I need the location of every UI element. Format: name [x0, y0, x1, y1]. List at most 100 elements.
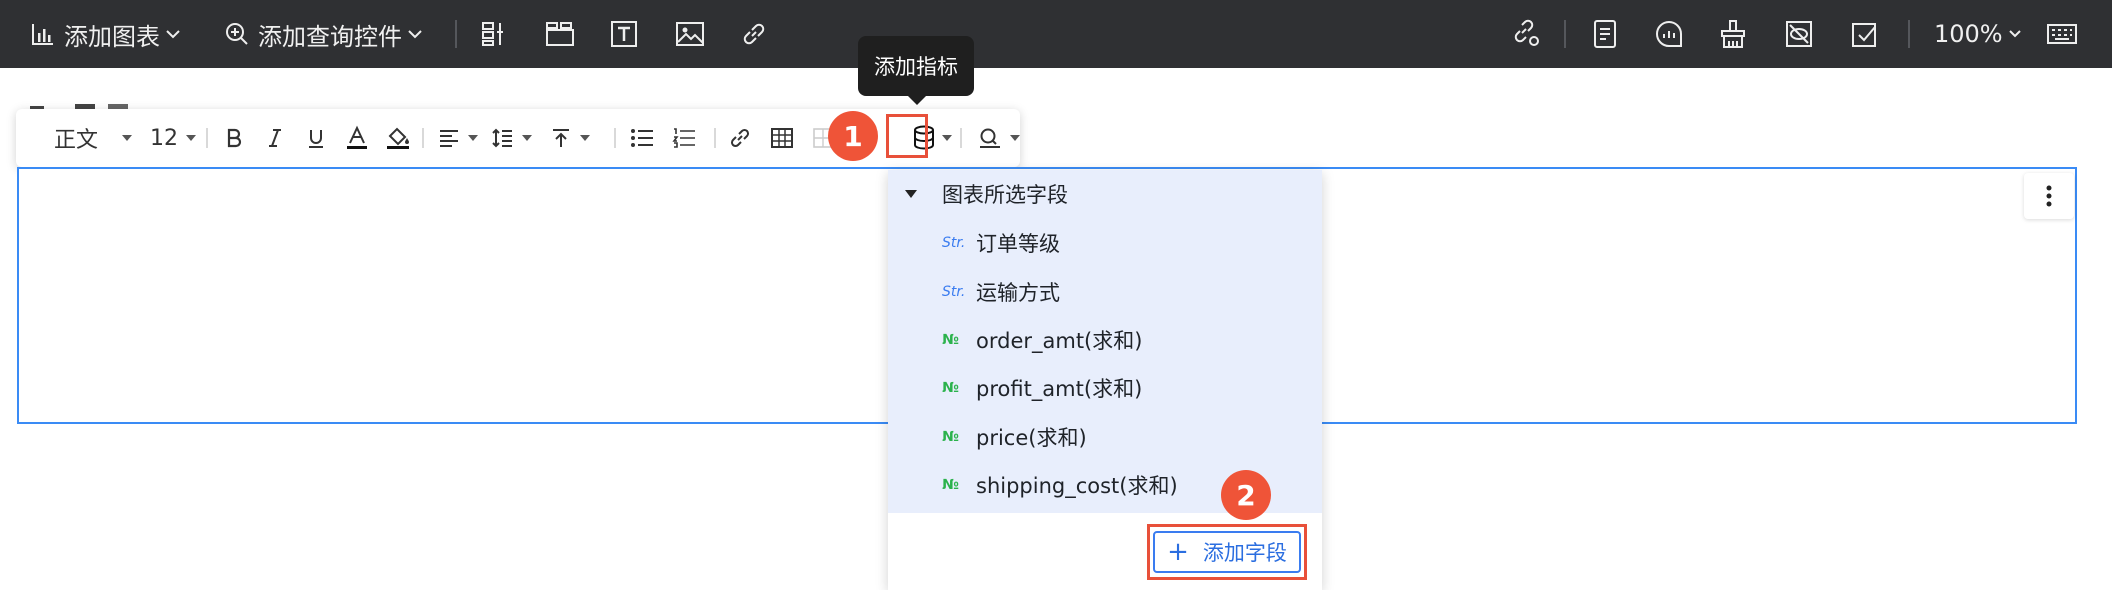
search-icon: [980, 128, 1000, 148]
annotation-highlight-2: [1147, 524, 1307, 580]
more-vertical-icon: [2046, 185, 2052, 207]
add-chart-menu[interactable]: 添加图表: [30, 0, 182, 68]
annotation-badge-2: 2: [1221, 470, 1271, 520]
add-query-control-menu[interactable]: 添加查询控件: [224, 0, 424, 68]
paint-bucket-icon: [387, 127, 409, 149]
check-button[interactable]: [1850, 0, 1880, 68]
italic-icon: [269, 129, 281, 147]
align-top-icon: [553, 129, 569, 147]
layout-icon: [482, 22, 503, 46]
caret-down-icon: [522, 135, 532, 141]
divider: [206, 128, 208, 148]
keyboard-button[interactable]: [2046, 0, 2078, 68]
numbered-list-button[interactable]: [672, 109, 696, 167]
font-size-value: 12: [150, 125, 178, 151]
font-color-button[interactable]: [344, 109, 370, 167]
divider: [422, 128, 424, 148]
font-color-icon: [347, 125, 367, 149]
annotation-highlight-1: [886, 114, 928, 158]
zoom-select[interactable]: 100%: [1934, 0, 2023, 68]
number-type-icon: №: [942, 380, 959, 396]
field-label: shipping_cost(求和): [976, 474, 1178, 498]
image-icon: [676, 22, 704, 46]
text-box-button[interactable]: [610, 0, 638, 68]
chevron-down-icon: [408, 30, 422, 39]
brush-icon: [1721, 20, 1745, 48]
bulleted-list-icon: [631, 129, 653, 147]
field-item[interactable]: № order_amt(求和): [888, 316, 1322, 364]
bulleted-list-button[interactable]: [630, 109, 654, 167]
caret-down-icon: [905, 190, 917, 198]
report-button[interactable]: [1592, 0, 1618, 68]
chevron-down-icon: [2008, 30, 2021, 38]
vertical-align-button[interactable]: [550, 109, 590, 167]
insert-link-button[interactable]: [728, 109, 752, 167]
field-label: profit_amt(求和): [976, 377, 1143, 401]
string-type-icon: Str.: [942, 235, 966, 251]
checkbox-icon: [1852, 23, 1876, 47]
numbered-list-icon: [672, 128, 695, 148]
field-list: 图表所选字段 Str. 订单等级 Str. 运输方式 № order_amt(求…: [888, 170, 1322, 513]
string-type-icon: Str.: [942, 284, 966, 300]
link-settings-button[interactable]: [1512, 0, 1542, 68]
caret-down-icon: [468, 135, 478, 141]
divider: [614, 128, 616, 148]
divider: [714, 128, 716, 148]
more-options-button[interactable]: [2024, 173, 2074, 219]
analysis-button[interactable]: [1654, 0, 1684, 68]
field-item[interactable]: № profit_amt(求和): [888, 364, 1322, 412]
number-type-icon: №: [942, 332, 959, 348]
background-color-button[interactable]: [384, 109, 412, 167]
field-item[interactable]: Str. 运输方式: [888, 268, 1322, 316]
add-metric-dropdown[interactable]: [934, 109, 952, 167]
line-height-button[interactable]: [492, 109, 532, 167]
align-left-icon: [440, 130, 458, 147]
link-icon: [730, 128, 750, 148]
divider: [1564, 20, 1566, 48]
chat-chart-icon: [1656, 20, 1682, 47]
visibility-button[interactable]: [1784, 0, 1814, 68]
annotation-badge-1: 1: [828, 111, 878, 161]
divider: [960, 128, 962, 148]
field-group-title: 图表所选字段: [942, 183, 1068, 207]
field-label: order_amt(求和): [976, 329, 1143, 353]
font-size-select[interactable]: 12: [150, 109, 196, 167]
zoom-value: 100%: [1934, 20, 2003, 48]
link-button[interactable]: [740, 0, 768, 68]
zoom-plus-icon: [226, 23, 248, 45]
search-style-button[interactable]: [978, 109, 1020, 167]
add-chart-label: 添加图表: [64, 22, 160, 51]
bar-chart-icon: [32, 24, 53, 45]
underline-icon: [309, 130, 323, 148]
field-group-header[interactable]: 图表所选字段: [888, 170, 1322, 218]
clean-button[interactable]: [1718, 0, 1748, 68]
document-icon: [1594, 20, 1616, 48]
caret-down-icon: [1010, 135, 1020, 141]
top-toolbar: 添加图表 添加查询控件 100%: [0, 0, 2112, 68]
caret-down-icon: [942, 135, 952, 141]
tooltip: 添加指标: [858, 36, 974, 96]
insert-table-button[interactable]: [770, 109, 794, 167]
text-box-icon: [611, 21, 637, 47]
caret-down-icon: [186, 135, 196, 141]
divider: [1908, 20, 1910, 48]
eye-off-icon: [1786, 21, 1812, 47]
tooltip-arrow: [907, 95, 927, 105]
field-label: 运输方式: [976, 281, 1060, 305]
field-label: price(求和): [976, 426, 1087, 450]
align-button[interactable]: [438, 109, 478, 167]
field-item[interactable]: № price(求和): [888, 413, 1322, 461]
bold-button[interactable]: [222, 109, 246, 167]
line-height-icon: [492, 128, 512, 148]
italic-button[interactable]: [263, 109, 287, 167]
field-item[interactable]: Str. 订单等级: [888, 219, 1322, 267]
link-icon: [743, 23, 765, 45]
image-button[interactable]: [675, 0, 705, 68]
number-type-icon: №: [942, 477, 959, 493]
paragraph-style-select[interactable]: 正文: [54, 109, 133, 167]
field-label: 订单等级: [976, 232, 1060, 256]
underline-button[interactable]: [304, 109, 328, 167]
tab-container-button[interactable]: [545, 0, 575, 68]
chevron-down-icon: [166, 30, 180, 39]
layout-icon-button[interactable]: [480, 0, 508, 68]
